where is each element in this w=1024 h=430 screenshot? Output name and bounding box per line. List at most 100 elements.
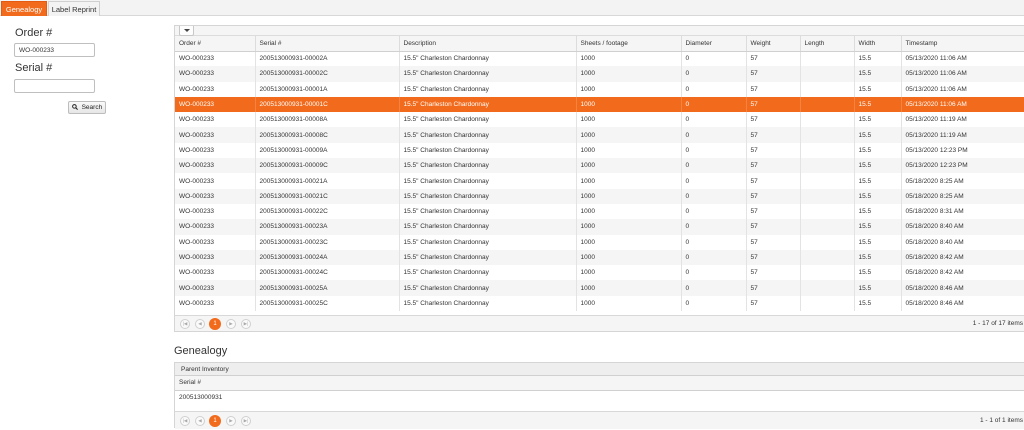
table-cell: [800, 81, 855, 97]
table-cell: 0: [681, 51, 747, 67]
table-cell: 15.5: [854, 81, 902, 97]
table-cell: 15.5: [854, 249, 902, 266]
table-cell: 15.5" Charleston Chardonnay: [399, 295, 577, 312]
table-row[interactable]: WO-000233 200513000931-00023C 15.5" Charle…: [175, 234, 1024, 250]
table-cell: 0: [681, 295, 747, 312]
table-row[interactable]: WO-000233 200513000931-00024A 15.5" Charle…: [175, 249, 1024, 266]
table-cell: 0: [681, 96, 747, 113]
table-cell: 200513000931-00024C: [255, 265, 400, 281]
next-page-icon[interactable]: ▶: [226, 319, 236, 329]
table-cell: [800, 234, 855, 250]
table-cell: WO-000233: [175, 127, 256, 143]
table-cell: 0: [681, 142, 747, 159]
table-cell: 05/18/2020 8:46 AM: [901, 295, 1024, 312]
table-cell: 15.5" Charleston Chardonnay: [399, 112, 577, 128]
last-page-icon[interactable]: ▶|: [241, 416, 251, 426]
table-cell: 15.5" Charleston Chardonnay: [399, 127, 577, 143]
table-cell: 57: [746, 249, 801, 266]
column-header[interactable]: Sheets / footage: [576, 36, 682, 52]
table-cell: 15.5: [854, 203, 902, 220]
serial-input[interactable]: [14, 79, 95, 93]
table-header-row: Order # Serial # Description Sheets / foota…: [175, 36, 1024, 52]
table-cell: 1000: [576, 219, 682, 235]
table-row[interactable]: 200513000931: [175, 390, 1024, 405]
column-header[interactable]: Width: [854, 36, 902, 52]
table-cell: 200513000931-00008C: [255, 127, 400, 143]
search-icon: [71, 104, 82, 111]
table-cell: 200513000931-00023A: [255, 219, 400, 235]
table-cell: 15.5: [854, 188, 902, 204]
order-input[interactable]: [14, 43, 95, 57]
table-row[interactable]: WO-000233 200513000931-00001C 15.5" Charle…: [175, 96, 1024, 113]
prev-page-icon[interactable]: ◀: [195, 319, 205, 329]
first-page-icon[interactable]: |◀: [180, 416, 190, 426]
table-cell: 1000: [576, 96, 682, 113]
table-cell: 57: [746, 203, 801, 220]
table-cell: [800, 219, 855, 235]
table-cell: 0: [681, 158, 747, 174]
table-row[interactable]: WO-000233 200513000931-00025A 15.5" Charle…: [175, 280, 1024, 296]
parent-inventory-table: Serial # 200513000931: [175, 376, 1024, 405]
table-cell: 15.5" Charleston Chardonnay: [399, 66, 577, 82]
first-page-icon[interactable]: |◀: [180, 319, 190, 329]
table-row[interactable]: WO-000233 200513000931-00009A 15.5" Charle…: [175, 142, 1024, 159]
table-cell: [800, 127, 855, 143]
column-header[interactable]: Description: [399, 36, 577, 52]
table-row[interactable]: WO-000233 200513000931-00008A 15.5" Charle…: [175, 112, 1024, 128]
table-row[interactable]: WO-000233 200513000931-00002C 15.5" Charle…: [175, 66, 1024, 82]
table-cell: 0: [681, 127, 747, 143]
order-label: Order #: [15, 27, 53, 39]
table-row[interactable]: WO-000233 200513000931-00022C 15.5" Charle…: [175, 203, 1024, 220]
prev-page-icon[interactable]: ◀: [195, 416, 205, 426]
table-row[interactable]: WO-000233 200513000931-00008C 15.5" Charle…: [175, 127, 1024, 143]
serial-label: Serial #: [15, 62, 53, 74]
column-header[interactable]: Serial #: [175, 376, 1024, 391]
table-cell: 200513000931-00025C: [255, 295, 400, 312]
table-cell: 0: [681, 81, 747, 97]
search-button[interactable]: Search: [68, 101, 106, 114]
column-menu-button[interactable]: [179, 26, 194, 36]
tab-label-reprint[interactable]: Label Reprint: [48, 1, 100, 16]
table-cell: 1000: [576, 112, 682, 128]
results-table: Order # Serial # Description Sheets / foota…: [175, 36, 1024, 312]
table-cell: 200513000931: [175, 390, 1024, 405]
table-cell: 57: [746, 142, 801, 159]
table-cell: 0: [681, 173, 747, 189]
table-row[interactable]: WO-000233 200513000931-00001A 15.5" Charle…: [175, 81, 1024, 97]
last-page-icon[interactable]: ▶|: [241, 319, 251, 329]
column-header[interactable]: Serial #: [255, 36, 400, 52]
table-cell: [800, 203, 855, 220]
next-page-icon[interactable]: ▶: [226, 416, 236, 426]
table-cell: 200513000931-00021A: [255, 173, 400, 189]
table-header-row: Serial #: [175, 376, 1024, 391]
table-cell: 1000: [576, 234, 682, 250]
page-number-button[interactable]: 1: [209, 318, 221, 330]
table-cell: 200513000931-00021C: [255, 188, 400, 204]
column-header[interactable]: Timestamp: [901, 36, 1024, 52]
table-cell: 57: [746, 51, 801, 67]
table-cell: 0: [681, 234, 747, 250]
column-header[interactable]: Order #: [175, 36, 256, 52]
table-cell: 0: [681, 280, 747, 296]
column-header[interactable]: Length: [800, 36, 855, 52]
column-header[interactable]: Weight: [746, 36, 801, 52]
table-cell: 1000: [576, 295, 682, 312]
table-cell: 15.5" Charleston Chardonnay: [399, 96, 577, 113]
table-row[interactable]: WO-000233 200513000931-00024C 15.5" Charle…: [175, 265, 1024, 281]
table-cell: 0: [681, 112, 747, 128]
table-cell: 57: [746, 188, 801, 204]
table-row[interactable]: WO-000233 200513000931-00023A 15.5" Charle…: [175, 219, 1024, 235]
table-row[interactable]: WO-000233 200513000931-00009C 15.5" Charle…: [175, 158, 1024, 174]
table-row[interactable]: WO-000233 200513000931-00021A 15.5" Charle…: [175, 173, 1024, 189]
table-cell: 57: [746, 158, 801, 174]
results-grid: Order # Serial # Description Sheets / foota…: [174, 25, 1024, 332]
table-row[interactable]: WO-000233 200513000931-00021C 15.5" Charle…: [175, 188, 1024, 204]
table-cell: WO-000233: [175, 265, 256, 281]
column-header[interactable]: Diameter: [681, 36, 747, 52]
table-row[interactable]: WO-000233 200513000931-00002A 15.5" Charle…: [175, 51, 1024, 67]
table-cell: 15.5: [854, 280, 902, 296]
table-row[interactable]: WO-000233 200513000931-00025C 15.5" Charle…: [175, 295, 1024, 312]
tab-genealogy[interactable]: Genealogy: [1, 1, 47, 16]
page-number-button[interactable]: 1: [209, 415, 221, 427]
genealogy-title: Genealogy: [174, 345, 228, 357]
